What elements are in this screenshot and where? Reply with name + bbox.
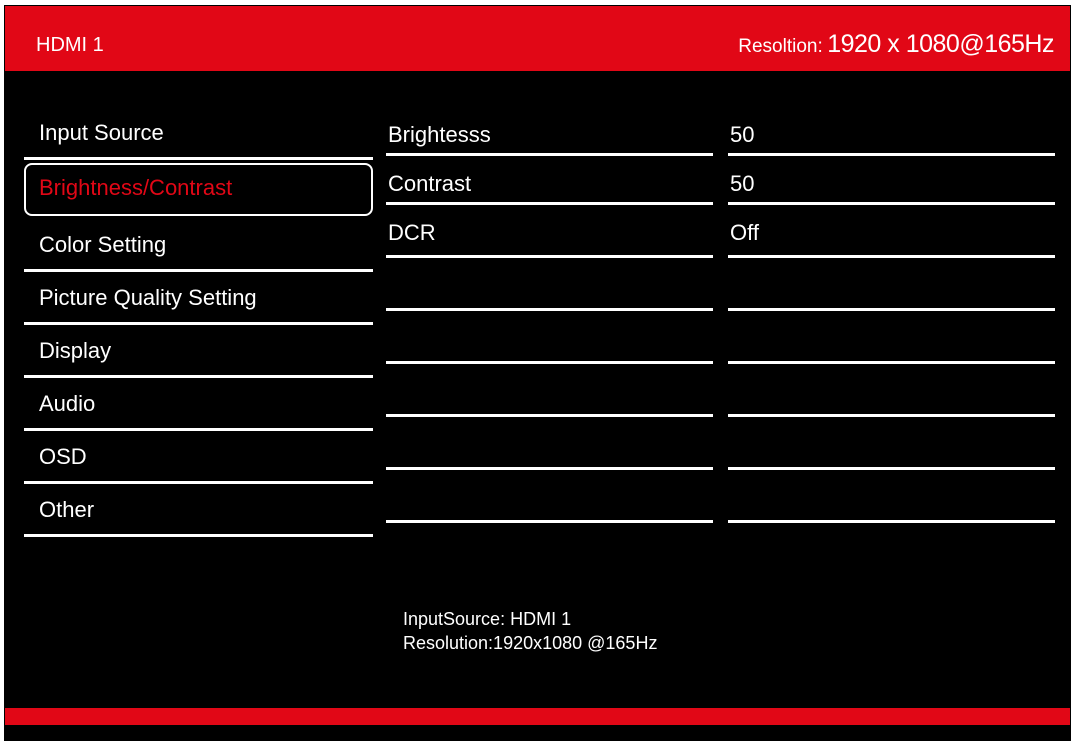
menu-item-input-source[interactable]: Input Source (24, 107, 373, 160)
value-empty-row (728, 470, 1055, 523)
setting-empty-row (386, 311, 713, 364)
osd-footer-bar (5, 708, 1070, 725)
setting-contrast[interactable]: Contrast (386, 156, 713, 205)
setting-dcr[interactable]: DCR (386, 205, 713, 258)
menu-item-label: Input Source (39, 120, 164, 145)
input-source-line: InputSource: HDMI 1 (403, 607, 657, 631)
setting-label: Contrast (388, 171, 472, 196)
setting-label: DCR (388, 220, 436, 245)
menu-item-label: Brightness/Contrast (39, 175, 233, 200)
menu-item-display[interactable]: Display (24, 325, 373, 378)
value-brightness[interactable]: 50 (728, 107, 1055, 156)
current-source-label: HDMI 1 (36, 34, 104, 56)
setting-value: 50 (730, 122, 755, 147)
menu-item-brightness-contrast[interactable]: Brightness/Contrast (24, 163, 373, 219)
submenu-values: 50 50 Off (728, 107, 1055, 523)
menu-item-other[interactable]: Other (24, 484, 373, 537)
setting-empty-row (386, 417, 713, 470)
setting-empty-row (386, 470, 713, 523)
input-source-label: InputSource: (403, 609, 506, 629)
setting-empty-row (386, 364, 713, 417)
menu-item-label: Color Setting (39, 232, 167, 257)
value-dcr[interactable]: Off (728, 205, 1055, 258)
value-contrast[interactable]: 50 (728, 156, 1055, 205)
menu-item-label: Picture Quality Setting (39, 285, 257, 310)
main-menu: Input Source Brightness/Contrast Color S… (24, 107, 373, 537)
osd-menu-window: HDMI 1 Resoltion: 1920 x 1080@165Hz Inpu… (4, 5, 1071, 741)
value-empty-row (728, 311, 1055, 364)
value-empty-row (728, 364, 1055, 417)
setting-value: Off (730, 220, 759, 245)
osd-header-bar: HDMI 1 Resoltion: 1920 x 1080@165Hz (5, 6, 1070, 71)
resolution-value: 1920 x 1080@165Hz (827, 30, 1054, 58)
resolution-readout: Resoltion: 1920 x 1080@165Hz (738, 30, 1054, 59)
signal-info: InputSource: HDMI 1 Resolution:1920x1080… (403, 607, 657, 655)
menu-item-label: Audio (39, 391, 96, 416)
menu-item-osd[interactable]: OSD (24, 431, 373, 484)
menu-item-picture-quality-setting[interactable]: Picture Quality Setting (24, 272, 373, 325)
menu-item-audio[interactable]: Audio (24, 378, 373, 431)
resolution-label: Resoltion: (738, 36, 823, 57)
setting-value: 50 (730, 171, 755, 196)
resolution-line: Resolution:1920x1080 @165Hz (403, 633, 658, 653)
input-source-value: HDMI 1 (510, 609, 572, 629)
menu-item-color-setting[interactable]: Color Setting (24, 219, 373, 272)
setting-brightness[interactable]: Brightesss (386, 107, 713, 156)
setting-label: Brightesss (388, 122, 491, 147)
setting-empty-row (386, 258, 713, 311)
value-empty-row (728, 258, 1055, 311)
value-empty-row (728, 417, 1055, 470)
menu-item-label: Other (39, 497, 95, 522)
submenu-settings: Brightesss Contrast DCR (386, 107, 713, 523)
menu-item-label: OSD (39, 444, 87, 469)
menu-item-label: Display (39, 338, 112, 363)
